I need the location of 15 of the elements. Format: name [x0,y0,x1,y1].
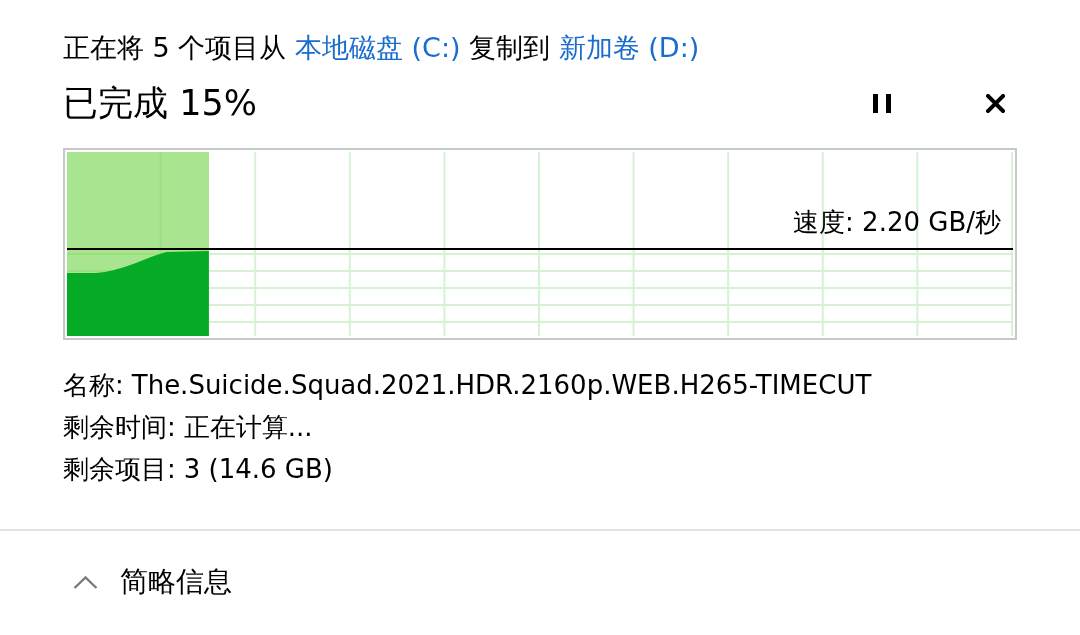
detail-value: 3 (14.6 GB) [183,453,333,486]
detail-label: 名称: [63,369,124,402]
close-icon [985,93,1005,113]
pause-icon [873,93,891,113]
detail-value: The.Suicide.Squad.2021.HDR.2160p.WEB.H265-TIMECUT [131,369,872,402]
detail-label: 剩余项目: [63,453,176,486]
progress-heading: 已完成 15% [63,82,257,125]
copy-status-text: 正在将 5 个项目从 本地磁盘 (C:) 复制到 新加卷 (D:) [63,31,701,65]
speed-reading: 速度: 2.20 GB/秒 [793,206,1001,238]
detail-value: 正在计算... [183,411,313,444]
drive-link[interactable]: 本地磁盘 (C:) [294,32,461,63]
drive-link[interactable]: 新加卷 (D:) [558,32,700,63]
details-toggle-button[interactable]: 简略信息 [63,558,242,606]
detail-label: 剩余时间: [63,411,176,444]
chevron-up-icon [73,575,98,589]
